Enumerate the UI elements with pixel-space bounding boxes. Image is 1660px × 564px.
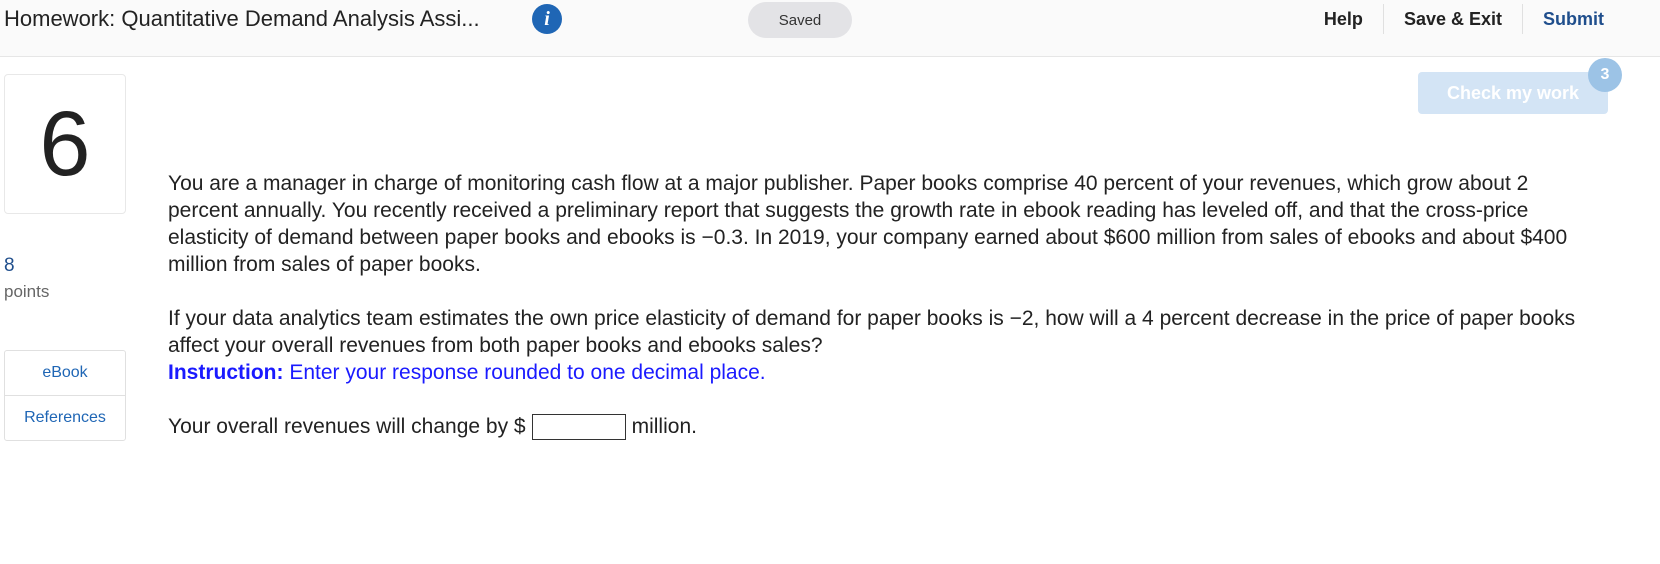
- info-icon[interactable]: i: [532, 4, 562, 34]
- check-attempts-badge: 3: [1588, 58, 1622, 92]
- check-my-work-button[interactable]: Check my work: [1418, 72, 1608, 114]
- points-value: 8: [4, 255, 15, 276]
- assignment-title: Homework: Quantitative Demand Analysis A…: [4, 6, 480, 31]
- answer-prefix: Your overall revenues will change by $: [168, 415, 526, 438]
- submit-button[interactable]: Submit: [1522, 4, 1660, 34]
- instruction: Instruction: Enter your response rounded…: [168, 359, 1588, 386]
- help-button[interactable]: Help: [1304, 4, 1383, 34]
- instruction-label: Instruction:: [168, 361, 284, 384]
- top-bar: Homework: Quantitative Demand Analysis A…: [0, 0, 1660, 57]
- saved-status-badge: Saved: [748, 2, 852, 38]
- references-link[interactable]: References: [5, 395, 125, 440]
- answer-line: Your overall revenues will change by $ m…: [168, 413, 1588, 440]
- question-number: 6: [4, 74, 126, 214]
- question-content: You are a manager in charge of monitorin…: [168, 170, 1588, 440]
- instruction-text: Enter your response rounded to one decim…: [283, 361, 766, 384]
- save-exit-button[interactable]: Save & Exit: [1382, 4, 1522, 34]
- question-paragraph-1: You are a manager in charge of monitorin…: [168, 172, 1568, 276]
- question-paragraph-2: If your data analytics team estimates th…: [168, 307, 1576, 357]
- answer-input[interactable]: [531, 413, 626, 440]
- top-actions: Help Save & Exit Submit: [1304, 0, 1660, 38]
- resource-links: eBook References: [4, 350, 126, 441]
- points-label: points: [4, 282, 50, 301]
- answer-suffix: million.: [631, 415, 697, 438]
- ebook-link[interactable]: eBook: [5, 351, 125, 395]
